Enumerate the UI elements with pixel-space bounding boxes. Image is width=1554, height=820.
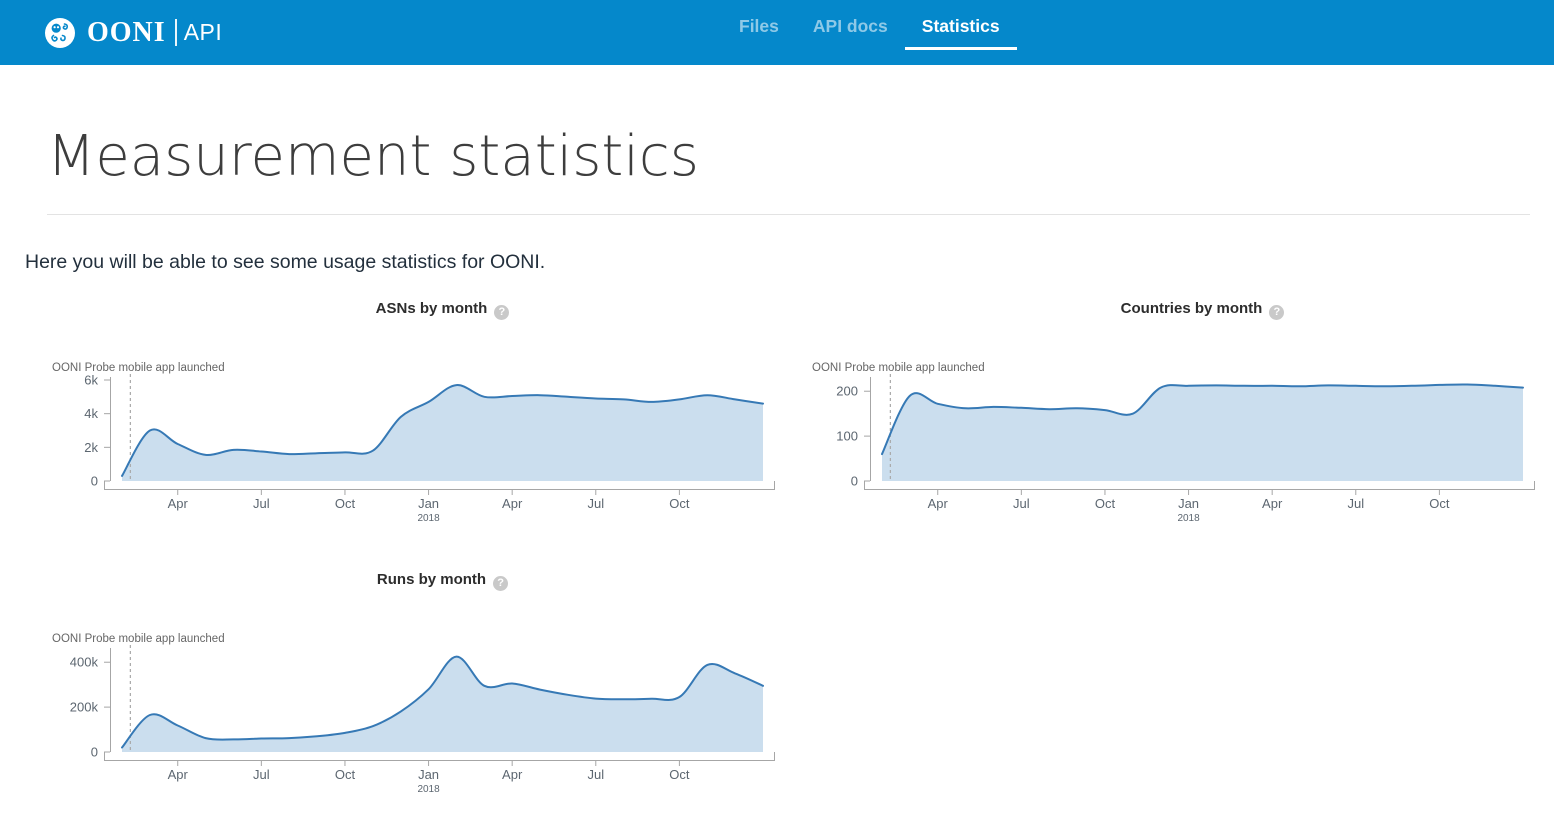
svg-text:200k: 200k [70, 699, 99, 714]
help-icon[interactable]: ? [1269, 305, 1284, 320]
area-fill [882, 384, 1523, 481]
chart-runs-by-month: Runs by month? OONI Probe mobile app lau… [40, 571, 775, 806]
svg-text:Oct: Oct [669, 767, 690, 782]
ooni-octopus-logo-icon[interactable] [44, 17, 76, 49]
svg-text:Jan: Jan [418, 767, 439, 782]
svg-text:Apr: Apr [1262, 496, 1283, 511]
svg-text:Apr: Apr [168, 496, 189, 511]
main-content: Measurement statistics Here you will be … [0, 126, 1554, 806]
nav-item-files[interactable]: Files [722, 0, 796, 65]
chart-countries-by-month: Countries by month? OONI Probe mobile ap… [800, 300, 1535, 535]
svg-text:6k: 6k [84, 372, 98, 387]
svg-text:2k: 2k [84, 439, 98, 454]
svg-text:0: 0 [91, 744, 98, 759]
nav-item-statistics[interactable]: Statistics [905, 0, 1017, 65]
brand-divider [175, 19, 177, 46]
svg-text:200: 200 [836, 383, 858, 398]
brand-suffix: API [184, 19, 223, 46]
svg-text:Jul: Jul [587, 767, 604, 782]
y-axis: 0 100 200 [836, 377, 870, 489]
x-axis: Apr Jul Oct Jan 2018 Apr Jul Oct [104, 481, 775, 524]
area-fill [122, 385, 763, 481]
main-nav: Files API docs Statistics [722, 0, 1017, 65]
svg-text:2018: 2018 [1177, 513, 1200, 524]
area-chart-svg: OONI Probe mobile app launched 0 200k 400k A… [40, 631, 775, 806]
svg-text:4k: 4k [84, 406, 98, 421]
chart-asns-by-month: ASNs by month? OONI Probe mobile app lau… [40, 300, 775, 535]
help-icon[interactable]: ? [493, 576, 508, 591]
svg-text:Oct: Oct [1095, 496, 1116, 511]
countries-area-chart: OONI Probe mobile app launched 0 100 200 Apr… [800, 360, 1535, 535]
page-title: Measurement statistics [47, 126, 1554, 188]
charts-grid: ASNs by month? OONI Probe mobile app lau… [40, 300, 1554, 806]
chart-title: ASNs by month [376, 300, 488, 317]
svg-text:Oct: Oct [669, 496, 690, 511]
area-chart-svg: OONI Probe mobile app launched 0 100 200 Apr… [800, 360, 1535, 535]
svg-text:Jul: Jul [1347, 496, 1364, 511]
chart-title-row: Runs by month? [110, 571, 775, 591]
x-axis: Apr Jul Oct Jan 2018 Apr Jul Oct [104, 752, 775, 795]
svg-text:2018: 2018 [417, 784, 440, 795]
chart-title: Countries by month [1121, 300, 1263, 317]
y-axis: 0 200k 400k [70, 648, 111, 760]
launch-annotation-label: OONI Probe mobile app launched [52, 362, 225, 374]
svg-text:0: 0 [91, 473, 98, 488]
svg-text:2018: 2018 [417, 513, 440, 524]
nav-item-api-docs[interactable]: API docs [796, 0, 905, 65]
svg-text:Apr: Apr [168, 767, 189, 782]
svg-text:Jan: Jan [418, 496, 439, 511]
x-axis: Apr Jul Oct Jan 2018 Apr Jul Oct [864, 481, 1535, 524]
svg-text:100: 100 [836, 428, 858, 443]
svg-text:Oct: Oct [335, 496, 356, 511]
svg-text:Jul: Jul [253, 496, 270, 511]
svg-text:400k: 400k [70, 654, 99, 669]
help-icon[interactable]: ? [494, 305, 509, 320]
svg-text:Apr: Apr [502, 767, 523, 782]
svg-text:Apr: Apr [502, 496, 523, 511]
chart-title: Runs by month [377, 571, 486, 588]
asns-area-chart: OONI Probe mobile app launched 0 2k 4k 6k Apr… [40, 360, 775, 535]
svg-text:Jul: Jul [1013, 496, 1030, 511]
y-axis: 0 2k 4k 6k [84, 372, 110, 488]
brand-name: OONI [87, 17, 166, 49]
svg-text:Jul: Jul [253, 767, 270, 782]
launch-annotation-label: OONI Probe mobile app launched [52, 633, 225, 645]
chart-title-row: Countries by month? [870, 300, 1535, 320]
app-header: OONI API Files API docs Statistics [0, 0, 1554, 65]
svg-text:Jan: Jan [1178, 496, 1199, 511]
svg-text:Apr: Apr [928, 496, 949, 511]
chart-title-row: ASNs by month? [110, 300, 775, 320]
runs-area-chart: OONI Probe mobile app launched 0 200k 400k A… [40, 631, 775, 806]
title-divider [47, 214, 1530, 215]
svg-text:Oct: Oct [1429, 496, 1450, 511]
intro-text: Here you will be able to see some usage … [25, 251, 1554, 274]
svg-text:Oct: Oct [335, 767, 356, 782]
svg-text:Jul: Jul [587, 496, 604, 511]
area-chart-svg: OONI Probe mobile app launched 0 2k 4k 6k Apr… [40, 360, 775, 535]
svg-text:0: 0 [851, 473, 858, 488]
launch-annotation-label: OONI Probe mobile app launched [812, 362, 985, 374]
